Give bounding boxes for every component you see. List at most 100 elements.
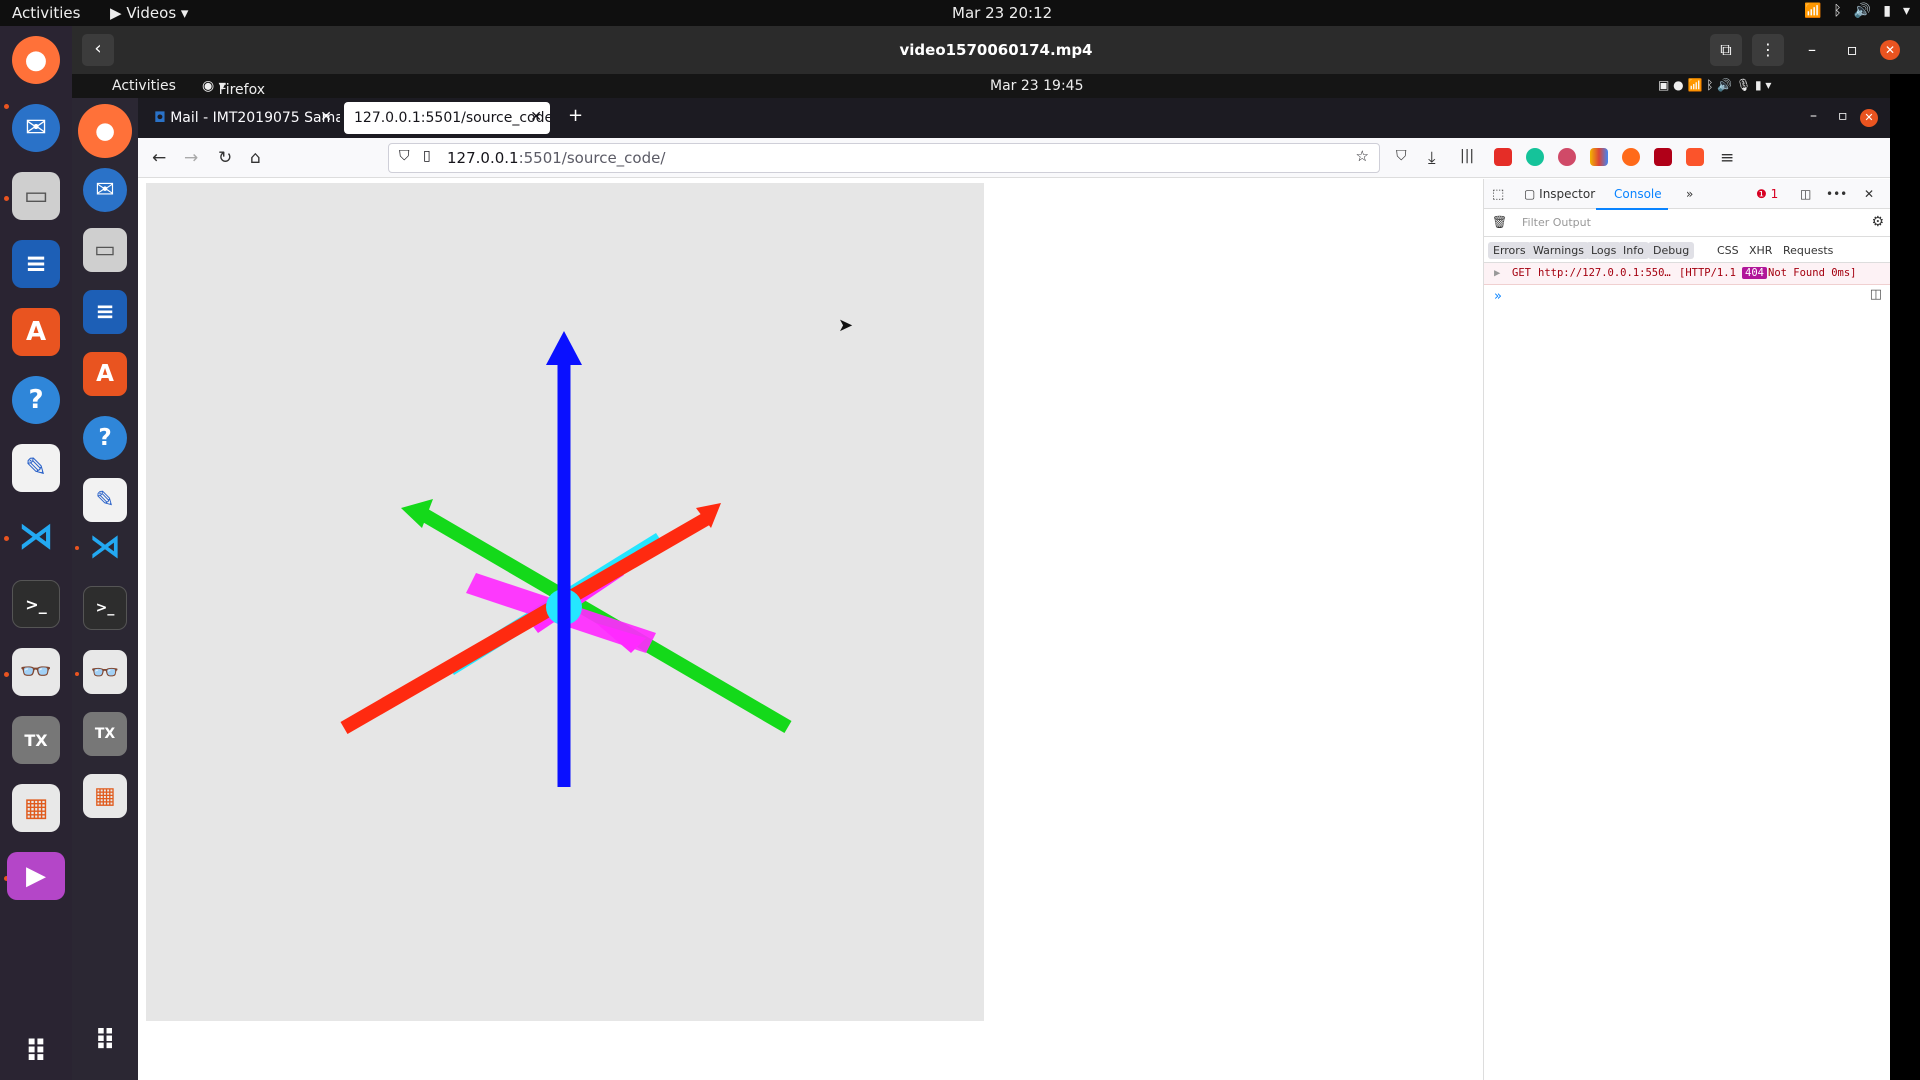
text-editor-icon[interactable]: ✎	[12, 444, 60, 492]
writer-icon[interactable]: ≡	[12, 240, 60, 288]
extension-icon[interactable]	[1558, 148, 1576, 166]
texmaker-icon[interactable]: TX	[12, 716, 60, 764]
dock: ● ✉ ▭ ≡ A ? ✎ ⋊ >_ 👓 TX ▦ ▶ ⠿	[0, 26, 72, 1080]
terminal-icon[interactable]: >_	[12, 580, 60, 628]
recorded-dock: ● ✉ ▭ ≡ A ? ✎ ⋊ >_ 👓 TX ▦ ⠿	[72, 98, 138, 1080]
category-css[interactable]: CSS	[1712, 242, 1744, 259]
navigation-toolbar: ← → ↻ ⌂ ⛉ ▯ 127.0.0.1:5501/source_code/ …	[138, 138, 1890, 178]
category-requests[interactable]: Requests	[1778, 242, 1838, 259]
video-title: video1570060174.mp4	[899, 41, 1093, 59]
show-apps-icon[interactable]: ⠿	[12, 1028, 60, 1076]
console-log-row[interactable]: ▶ GET http://127.0.0.1:550… [HTTP/1.1 40…	[1484, 263, 1890, 285]
software-icon: A	[83, 352, 127, 396]
outlook-icon: ◘	[154, 110, 166, 126]
hamburger-menu-icon[interactable]: ≡	[1720, 148, 1734, 168]
home-icon[interactable]: ⌂	[250, 148, 261, 168]
impress-icon[interactable]: ▦	[12, 784, 60, 832]
files-icon: ▭	[83, 228, 127, 272]
url-bar[interactable]: ⛉ ▯ 127.0.0.1:5501/source_code/ ☆	[388, 143, 1380, 173]
tab-mail-label: Mail - IMT2019075 Samak	[170, 110, 340, 126]
console-filter-bar: 🗑 Filter Output ⚙	[1484, 209, 1890, 237]
trash-icon[interactable]: 🗑	[1492, 215, 1507, 229]
url-path: :5501/source_code/	[518, 149, 666, 167]
ublock-extension-icon[interactable]	[1686, 148, 1704, 166]
document-viewer-icon[interactable]: 👓	[12, 648, 60, 696]
clock[interactable]: Mar 23 20:12	[952, 4, 1052, 22]
recorded-activities: Activities	[112, 78, 176, 94]
level-warnings[interactable]: Warnings	[1528, 242, 1589, 259]
maximize-button[interactable]: ▫	[1840, 34, 1864, 66]
minimize-button[interactable]: –	[1800, 34, 1824, 66]
error-count: 1	[1770, 187, 1779, 201]
activities-button[interactable]: Activities	[12, 4, 80, 22]
console-prompt-icon[interactable]: »	[1494, 289, 1502, 304]
app-menu[interactable]: ▶ Videos ▾	[110, 4, 188, 22]
filter-output-input[interactable]: Filter Output	[1522, 216, 1591, 229]
files-icon[interactable]: ▭	[12, 172, 60, 220]
videos-icon[interactable]: ▶	[7, 852, 65, 900]
devtools-tabs: ⬚ ▢ Inspector Console » ❶ 1 ◫ ••• ✕	[1484, 179, 1890, 210]
tab-inspector[interactable]: ▢ Inspector	[1524, 187, 1595, 201]
maximize-button[interactable]: ▫	[1838, 108, 1848, 124]
tab-console[interactable]: Console	[1596, 187, 1668, 210]
vscode-icon[interactable]: ⋊	[12, 512, 60, 560]
webgl-canvas[interactable]	[146, 183, 984, 1021]
close-button[interactable]: ✕	[1880, 40, 1900, 60]
help-icon: ?	[83, 416, 127, 460]
close-devtools-icon[interactable]: ✕	[1864, 187, 1874, 201]
system-tray[interactable]: 📶 ᛒ 🔊 ▮ ▾	[1804, 3, 1910, 19]
log-status: 404	[1742, 267, 1767, 279]
downloads-icon[interactable]: ⤓	[1428, 148, 1436, 168]
log-status-text: Not Found 0ms]	[1768, 267, 1857, 279]
thunderbird-icon: ✉	[83, 168, 127, 212]
close-window-button[interactable]: ✕	[1860, 109, 1878, 127]
expand-triangle-icon[interactable]: ▶	[1494, 267, 1500, 279]
extension-icon[interactable]	[1654, 148, 1672, 166]
new-tab-button[interactable]: +	[568, 105, 583, 126]
texmaker-icon: TX	[83, 712, 127, 756]
level-info[interactable]: Info	[1618, 242, 1649, 259]
tab-strip: ◘ Mail - IMT2019075 Samak ✕ 127.0.0.1:55…	[138, 98, 1890, 138]
help-icon[interactable]: ?	[12, 376, 60, 424]
mouse-cursor-icon: ➤	[838, 315, 854, 336]
category-xhr[interactable]: XHR	[1744, 242, 1777, 259]
pip-button[interactable]: ⧉	[1710, 34, 1742, 66]
element-picker-icon[interactable]: ⬚	[1492, 187, 1504, 202]
running-indicator	[4, 104, 9, 109]
volume-icon: 🔊	[1853, 3, 1872, 19]
close-tab-icon[interactable]: ✕	[530, 109, 542, 125]
library-icon[interactable]: |||	[1460, 148, 1474, 164]
tab-mail[interactable]: ◘ Mail - IMT2019075 Samak ✕	[144, 102, 340, 134]
grammarly-extension-icon[interactable]	[1526, 148, 1544, 166]
firefox-icon[interactable]: ●	[12, 36, 60, 84]
menu-button[interactable]: ⋮	[1752, 34, 1784, 66]
level-debug[interactable]: Debug	[1648, 242, 1695, 259]
minimize-button[interactable]: –	[1810, 108, 1817, 124]
pocket-icon[interactable]: ⛉	[1396, 148, 1407, 164]
thunderbird-icon[interactable]: ✉	[12, 104, 60, 152]
show-apps-icon: ⠿	[94, 1023, 116, 1057]
level-logs[interactable]: Logs	[1586, 242, 1622, 259]
software-icon[interactable]: A	[12, 308, 60, 356]
bookmark-star-icon[interactable]: ☆	[1356, 147, 1369, 165]
extension-icon[interactable]	[1622, 148, 1640, 166]
gear-icon[interactable]: ⚙	[1871, 214, 1884, 230]
tab-source-code[interactable]: 127.0.0.1:5501/source_code/ ✕	[344, 102, 550, 134]
level-errors[interactable]: Errors	[1488, 242, 1531, 259]
reload-icon[interactable]: ↻	[218, 148, 232, 168]
error-count-badge[interactable]: ❶ 1	[1756, 187, 1778, 201]
devtools-menu-icon[interactable]: •••	[1826, 187, 1847, 201]
app-menu-label: Videos	[126, 4, 177, 22]
youtube-extension-icon[interactable]	[1494, 148, 1512, 166]
shield-icon: ⛉	[399, 148, 410, 164]
tab-inspector-label: Inspector	[1539, 187, 1596, 201]
extension-icon[interactable]	[1590, 148, 1608, 166]
writer-icon: ≡	[83, 290, 127, 334]
back-arrow-icon[interactable]: ←	[152, 148, 166, 168]
forward-arrow-icon[interactable]: →	[184, 148, 198, 168]
more-tabs-icon[interactable]: »	[1686, 187, 1693, 201]
dock-side-icon[interactable]: ◫	[1800, 187, 1811, 201]
log-url[interactable]: http://127.0.0.1:550…	[1538, 267, 1671, 279]
split-console-icon[interactable]: ◫	[1870, 287, 1882, 302]
close-tab-icon[interactable]: ✕	[320, 109, 332, 125]
